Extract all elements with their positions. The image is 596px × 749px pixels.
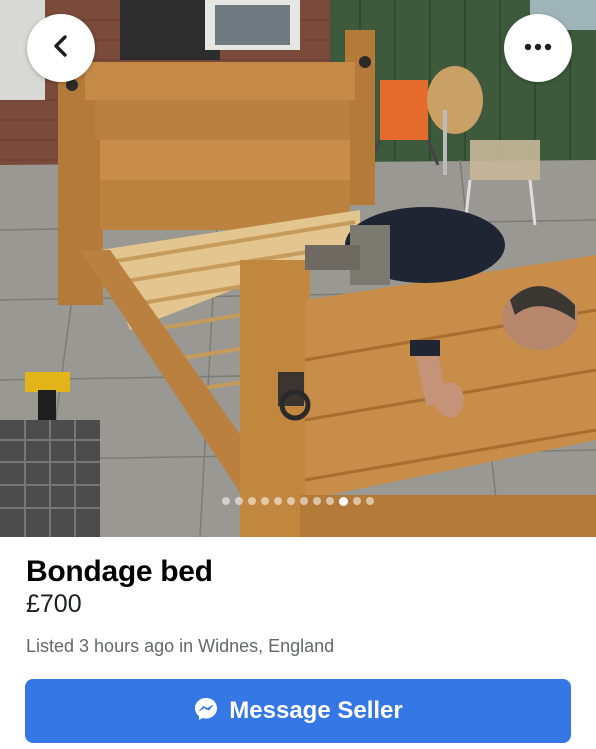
carousel-dot[interactable] [353,497,361,505]
carousel-dot[interactable] [235,497,243,505]
carousel-dot[interactable] [261,497,269,505]
carousel-dot[interactable] [326,497,334,505]
back-button[interactable] [27,14,95,82]
more-horizontal-icon [523,39,553,57]
chevron-left-icon [48,33,74,64]
listing-title: Bondage bed [26,555,213,588]
carousel-dot[interactable] [248,497,256,505]
carousel-dot[interactable] [222,497,230,505]
message-seller-button[interactable]: Message Seller [25,679,571,743]
carousel-dot[interactable] [339,496,348,506]
messenger-icon [193,696,219,727]
carousel-dot[interactable] [287,497,295,505]
carousel-dot[interactable] [300,497,308,505]
more-options-button[interactable] [504,14,572,82]
carousel-dot[interactable] [366,497,374,505]
carousel-dot[interactable] [313,497,321,505]
carousel-indicator [0,496,596,506]
message-seller-label: Message Seller [229,697,403,724]
listing-photo[interactable] [0,0,596,537]
listing-price: £700 [26,590,82,618]
carousel-dot[interactable] [274,497,282,505]
listing-meta: Listed 3 hours ago in Widnes, England [26,636,335,656]
